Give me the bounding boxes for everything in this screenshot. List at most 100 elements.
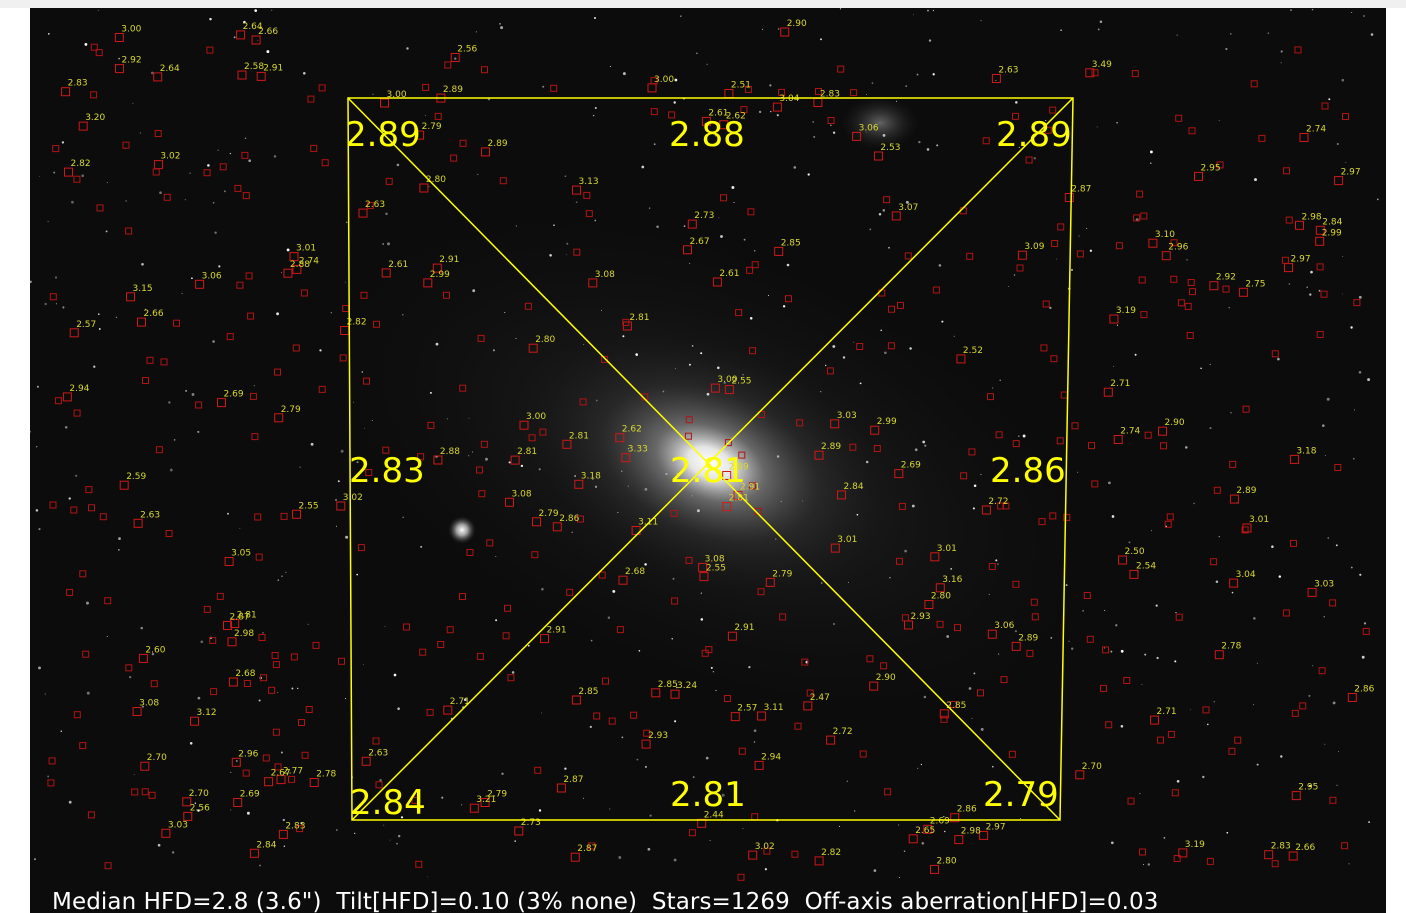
- star-field-image-view[interactable]: 3.02 3.15 2.61 2.81 2.87 3.21 2.69 3.05 2.63 3.02…: [30, 8, 1386, 913]
- star-marker: [602, 677, 609, 685]
- star: [776, 455, 780, 458]
- star: [1363, 622, 1367, 625]
- star: [997, 653, 1000, 655]
- star-hfd-label: 2.85: [578, 687, 598, 697]
- star: [75, 474, 78, 477]
- star-hfd-label: 2.79: [422, 122, 442, 132]
- star-marker: [1187, 279, 1195, 286]
- star: [1033, 157, 1036, 160]
- star-marker: [357, 544, 365, 552]
- star: [1120, 649, 1124, 653]
- star-hfd-label: 2.87: [577, 844, 597, 854]
- star-marker: [754, 760, 764, 770]
- star-hfd-label: 3.18: [1296, 446, 1316, 456]
- star-marker: [1316, 263, 1324, 271]
- star-marker: [245, 272, 253, 280]
- star-marker: [1188, 127, 1196, 135]
- star: [30, 430, 32, 433]
- star-marker: [161, 828, 171, 838]
- right-scrollbar[interactable]: [1386, 8, 1406, 913]
- star: [385, 212, 388, 216]
- star: [173, 439, 176, 441]
- star: [477, 173, 479, 175]
- star-marker: [52, 145, 60, 153]
- star: [1338, 751, 1340, 752]
- star: [472, 451, 474, 453]
- star: [1230, 33, 1232, 35]
- star-marker: [133, 518, 143, 528]
- star: [97, 9, 99, 11]
- star-marker: [1288, 851, 1298, 861]
- star: [782, 305, 786, 308]
- star-marker: [570, 852, 580, 862]
- star: [118, 549, 120, 551]
- star-marker: [982, 137, 990, 145]
- star: [334, 498, 338, 502]
- star-marker: [1353, 299, 1361, 307]
- star-marker: [1050, 355, 1058, 363]
- star: [1353, 457, 1355, 460]
- star: [1103, 647, 1105, 649]
- star: [665, 472, 668, 476]
- star-marker: [258, 634, 266, 641]
- star: [574, 475, 576, 477]
- star: [141, 263, 144, 266]
- star-marker: [1289, 454, 1299, 464]
- star-hfd-label: 2.64: [160, 64, 180, 74]
- star-hfd-label: 2.73: [694, 211, 714, 221]
- star: [485, 457, 488, 461]
- star: [60, 730, 63, 732]
- star-hfd-label: 2.83: [68, 79, 88, 89]
- star: [514, 840, 517, 842]
- star-marker: [226, 333, 234, 341]
- star: [1271, 545, 1274, 548]
- star-marker: [90, 91, 98, 99]
- star-marker: [79, 570, 87, 578]
- star-marker: [1075, 770, 1085, 780]
- star: [86, 691, 90, 695]
- star-hfd-label: 2.99: [1322, 228, 1342, 238]
- star: [700, 618, 704, 621]
- star: [38, 528, 41, 531]
- star-marker: [751, 813, 759, 821]
- star-marker: [385, 177, 393, 185]
- star-hfd-label: 2.58: [244, 62, 264, 72]
- star-marker: [651, 688, 661, 698]
- star: [1020, 818, 1022, 820]
- star-marker: [1025, 156, 1033, 164]
- star: [627, 485, 629, 487]
- star-marker: [724, 89, 734, 98]
- star: [106, 635, 108, 637]
- star: [1209, 427, 1212, 430]
- star: [992, 765, 994, 768]
- star-marker: [82, 650, 90, 658]
- star-marker: [422, 83, 430, 91]
- star: [1116, 324, 1119, 326]
- region-hfd-bottom-center: 2.81: [670, 775, 746, 815]
- star: [1089, 249, 1093, 252]
- star-hfd-label: 2.74: [299, 256, 319, 266]
- star-marker: [904, 252, 912, 260]
- star-marker: [434, 112, 442, 120]
- star-marker: [233, 798, 243, 807]
- star: [674, 78, 678, 82]
- star-marker: [272, 661, 280, 669]
- region-hfd-bottom-left: 2.84: [350, 783, 426, 823]
- star-marker: [1103, 387, 1113, 397]
- star: [239, 527, 241, 529]
- star-marker: [138, 653, 148, 663]
- star: [878, 212, 882, 216]
- star: [35, 509, 39, 512]
- star: [189, 172, 191, 175]
- star-hfd-label: 3.01: [837, 535, 857, 545]
- star: [1326, 397, 1330, 401]
- star: [761, 28, 764, 30]
- star: [397, 707, 400, 710]
- star-marker: [292, 344, 300, 352]
- star: [582, 797, 585, 799]
- star-hfd-label: 2.97: [1291, 255, 1311, 265]
- star: [258, 699, 261, 702]
- star-hfd-label: 3.01: [296, 244, 316, 254]
- star: [594, 485, 598, 488]
- star: [1368, 821, 1371, 824]
